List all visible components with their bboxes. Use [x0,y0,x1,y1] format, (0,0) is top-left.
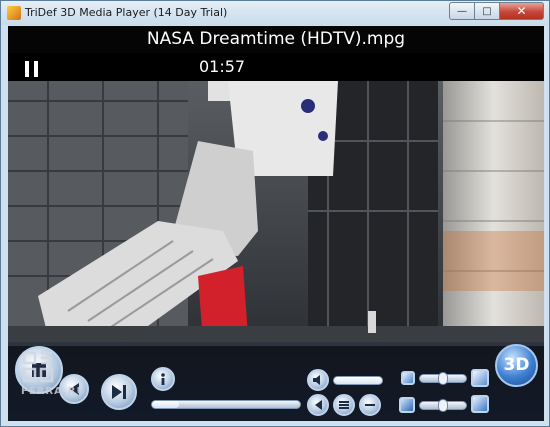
title-bar[interactable]: TriDef 3D Media Player (14 Day Trial) — … [1,1,549,25]
player-window: TriDef 3D Media Player (14 Day Trial) — … [0,0,550,427]
speaker-icon [313,375,320,385]
depth-small-button[interactable] [401,371,415,385]
video-image [8,81,544,346]
player-content: NASA Dreamtime (HDTV).mpg [8,26,544,421]
volume-slider[interactable] [333,376,383,385]
info-icon [161,373,165,385]
seek-bar-fill [152,401,179,408]
depth-slider[interactable] [419,372,467,385]
minimize-button[interactable]: — [449,2,475,20]
depth-slider-thumb[interactable] [438,372,448,385]
popout-large-button[interactable] [471,395,489,413]
video-top-strip [8,53,544,81]
pause-indicator-icon [25,61,38,77]
next-button[interactable] [101,374,137,410]
info-button[interactable] [151,367,175,391]
skip-next-icon [112,385,126,399]
window-title: TriDef 3D Media Player (14 Day Trial) [25,6,228,19]
rewind-button[interactable] [307,394,329,416]
filename-label: NASA Dreamtime (HDTV).mpg [8,26,544,53]
seek-bar[interactable] [151,400,301,409]
watermark-text: FERRA.RU [21,386,86,397]
maximize-button[interactable]: □ [475,2,500,20]
window-controls: — □ ✕ [449,2,544,21]
watermark: FERRA.RU [21,351,86,397]
depth-large-button[interactable] [471,369,489,387]
ferra-logo-icon [22,351,54,383]
3d-toggle-button[interactable]: 3D [495,344,538,387]
volume-button[interactable] [307,369,329,391]
minus-icon [365,404,375,406]
rewind-icon [314,400,322,410]
popout-small-button[interactable] [399,397,415,413]
popout-slider[interactable] [419,399,467,412]
video-frame[interactable] [8,81,544,346]
volume-slider-fill [334,377,382,384]
elapsed-time: 01:57 [199,57,246,76]
popout-slider-thumb[interactable] [438,399,448,412]
playlist-button[interactable] [333,394,355,416]
close-button[interactable]: ✕ [500,2,544,20]
list-icon [339,404,349,406]
settings-button[interactable] [359,394,381,416]
app-icon [7,6,21,20]
